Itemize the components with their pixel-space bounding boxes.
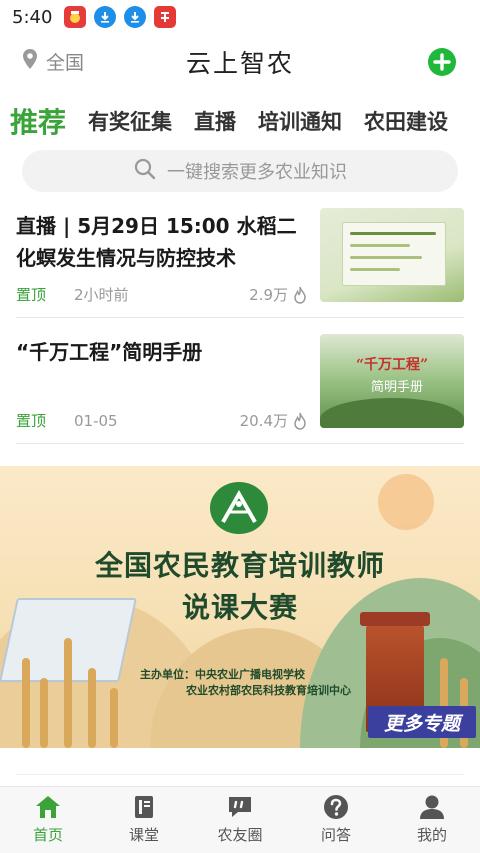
tab-live[interactable]: 直播 [194,106,236,136]
nav-label: 首页 [32,826,63,844]
nav-qa[interactable]: 问答 [288,787,384,853]
flame-icon [294,412,306,430]
nav-profile[interactable]: 我的 [384,787,480,853]
nav-label: 问答 [320,826,351,844]
banner-wheat [22,658,30,748]
view-count: 2.9万 [249,286,288,304]
thumbnail-title: “千万工程” [355,357,429,373]
nav-label: 农友圈 [217,826,263,844]
music-app-icon [154,6,177,28]
tab-farmland-construction[interactable]: 农田建设 [364,106,448,136]
nav-label: 课堂 [128,826,159,844]
chat-icon [226,793,254,821]
search-bar[interactable]: 一键搜索更多农业知识 [22,150,458,192]
pinned-tag: 置顶 [16,412,47,430]
divider [16,774,464,775]
banner-wheat [64,638,72,748]
news-item[interactable]: 直播 | 5月29日 15:00 水稻二化螟发生情况与防控技术 置顶 2小时前 … [16,200,464,318]
news-title: “千万工程”简明手册 [16,340,203,364]
banner-sun [378,474,434,530]
banner-wheat [110,688,118,748]
bottom-nav: 首页 课堂 农友圈 问答 我的 [0,786,480,853]
tab-recommend[interactable]: 推荐 [10,101,66,141]
thumbnail-line [350,268,400,271]
nav-label: 我的 [416,826,447,844]
download-icon [124,6,147,28]
news-meta: 置顶 01-05 20.4万 [16,410,308,431]
status-time: 5:40 [12,6,53,28]
book-icon [130,793,158,821]
news-title: 直播 | 5月29日 15:00 水稻二化螟发生情况与防控技术 [16,214,297,270]
news-views: 20.4万 [240,410,308,431]
banner-logo [210,482,268,534]
news-time: 01-05 [74,411,118,430]
banner-wheat [40,678,48,748]
banner-organizer: 主办单位：中央农业广播电视学校 [140,668,305,681]
notification-app-icon [64,6,87,28]
top-header: 全国 云上智农 [0,38,480,86]
tab-prize-collection[interactable]: 有奖征集 [88,106,172,136]
thumbnail-line [350,256,422,259]
status-bar: 5:40 [0,0,480,34]
plus-icon [433,53,451,71]
news-thumbnail [320,208,464,302]
view-count: 20.4万 [239,412,288,430]
nav-home[interactable]: 首页 [0,787,96,853]
news-thumbnail: “千万工程” 简明手册 [320,334,464,428]
banner-organizer: 农业农村部农民科技教育培训中心 [186,684,351,697]
flame-icon [294,286,306,304]
thumbnail-hills [320,398,464,428]
app-title: 云上智农 [185,49,294,78]
nav-community[interactable]: 农友圈 [192,787,288,853]
thumbnail-line [350,232,436,235]
nav-classroom[interactable]: 课堂 [96,787,192,853]
news-views: 2.9万 [249,284,308,305]
news-time: 2小时前 [74,286,129,304]
category-tabs: 推荐 有奖征集 直播 培训通知 农田建设 [0,98,480,144]
tab-training-notice[interactable]: 培训通知 [258,106,342,136]
thumbnail-line [350,244,410,247]
pinned-tag: 置顶 [16,286,47,304]
thumbnail-subtitle: 简明手册 [370,380,423,395]
banner-title: 全国农民教育培训教师 [94,549,385,582]
download-icon [94,6,117,28]
promo-banner[interactable]: 全国农民教育培训教师 说课大赛 主办单位：中央农业广播电视学校 农业农村部农民科… [0,466,480,748]
add-button[interactable] [428,48,456,76]
news-item[interactable]: “千万工程”简明手册 置顶 01-05 20.4万 “千万工程” 简明手册 [16,326,464,444]
home-icon [34,793,62,821]
question-icon [322,793,350,821]
user-icon [418,793,446,821]
more-topics-button[interactable]: 更多专题 [368,706,476,738]
news-meta: 置顶 2小时前 2.9万 [16,284,308,305]
search-icon [133,157,157,186]
podium-top [360,612,430,626]
banner-wheat [88,668,96,748]
search-placeholder: 一键搜索更多农业知识 [167,162,347,183]
